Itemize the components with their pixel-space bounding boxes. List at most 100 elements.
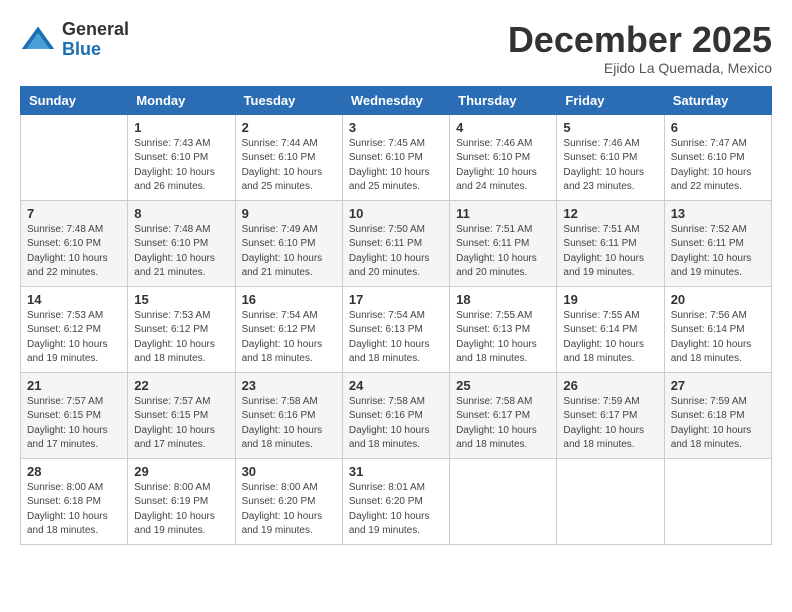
calendar-cell: 19Sunrise: 7:55 AMSunset: 6:14 PMDayligh… xyxy=(557,286,664,372)
day-number: 13 xyxy=(671,206,765,221)
day-info: Sunrise: 7:44 AMSunset: 6:10 PMDaylight:… xyxy=(242,137,336,195)
day-number: 15 xyxy=(134,292,228,307)
day-number: 27 xyxy=(671,378,765,393)
day-number: 22 xyxy=(134,378,228,393)
calendar-cell: 9 Sunrise: 7:49 AMSunset: 6:10 PMDaylight… xyxy=(235,200,342,286)
calendar-cell xyxy=(664,458,771,544)
header-cell-monday: Monday xyxy=(128,86,235,114)
day-info: Sunrise: 8:00 AMSunset: 6:19 PMDaylight:… xyxy=(134,481,228,539)
week-row-4: 28 Sunrise: 8:00 AMSunset: 6:18 PMDayligh… xyxy=(21,458,772,544)
calendar-cell: 8 Sunrise: 7:48 AMSunset: 6:10 PMDaylight… xyxy=(128,200,235,286)
day-info: Sunrise: 7:49 AMSunset: 6:10 PMDaylight:… xyxy=(242,223,336,281)
day-info: Sunrise: 7:51 AMSunset: 6:11 PMDaylight:… xyxy=(456,223,550,281)
day-number: 25 xyxy=(456,378,550,393)
day-number: 28 xyxy=(27,464,121,479)
day-number: 21 xyxy=(27,378,121,393)
day-number: 6 xyxy=(671,120,765,135)
day-info: Sunrise: 7:48 AMSunset: 6:10 PMDaylight:… xyxy=(27,223,121,281)
day-info: Sunrise: 7:43 AMSunset: 6:10 PMDaylight:… xyxy=(134,137,228,195)
day-number: 7 xyxy=(27,206,121,221)
header-cell-wednesday: Wednesday xyxy=(342,86,449,114)
day-info: Sunrise: 7:56 AMSunset: 6:14 PMDaylight:… xyxy=(671,309,765,367)
page-header: General Blue December 2025 Ejido La Quem… xyxy=(20,20,772,76)
week-row-2: 14 Sunrise: 7:53 AMSunset: 6:12 PMDayligh… xyxy=(21,286,772,372)
logo-text: General Blue xyxy=(62,20,129,60)
calendar-body: 1 Sunrise: 7:43 AMSunset: 6:10 PMDaylight… xyxy=(21,114,772,544)
day-number: 18 xyxy=(456,292,550,307)
calendar-cell xyxy=(450,458,557,544)
calendar-cell: 1 Sunrise: 7:43 AMSunset: 6:10 PMDaylight… xyxy=(128,114,235,200)
header-cell-friday: Friday xyxy=(557,86,664,114)
calendar-cell: 21 Sunrise: 7:57 AMSunset: 6:15 PMDayligh… xyxy=(21,372,128,458)
calendar-cell: 7 Sunrise: 7:48 AMSunset: 6:10 PMDaylight… xyxy=(21,200,128,286)
logo-blue: Blue xyxy=(62,39,101,59)
header-cell-sunday: Sunday xyxy=(21,86,128,114)
logo: General Blue xyxy=(20,20,129,60)
calendar-cell: 23 Sunrise: 7:58 AMSunset: 6:16 PMDayligh… xyxy=(235,372,342,458)
calendar-cell xyxy=(557,458,664,544)
day-number: 3 xyxy=(349,120,443,135)
calendar-table: SundayMondayTuesdayWednesdayThursdayFrid… xyxy=(20,86,772,545)
day-info: Sunrise: 7:58 AMSunset: 6:16 PMDaylight:… xyxy=(349,395,443,453)
month-title: December 2025 xyxy=(508,20,772,60)
calendar-cell: 15 Sunrise: 7:53 AMSunset: 6:12 PMDayligh… xyxy=(128,286,235,372)
day-info: Sunrise: 7:54 AMSunset: 6:13 PMDaylight:… xyxy=(349,309,443,367)
day-info: Sunrise: 7:50 AMSunset: 6:11 PMDaylight:… xyxy=(349,223,443,281)
calendar-cell: 12Sunrise: 7:51 AMSunset: 6:11 PMDayligh… xyxy=(557,200,664,286)
calendar-cell: 18Sunrise: 7:55 AMSunset: 6:13 PMDayligh… xyxy=(450,286,557,372)
calendar-cell: 27 Sunrise: 7:59 AMSunset: 6:18 PMDayligh… xyxy=(664,372,771,458)
header-row: SundayMondayTuesdayWednesdayThursdayFrid… xyxy=(21,86,772,114)
calendar-cell: 29 Sunrise: 8:00 AMSunset: 6:19 PMDayligh… xyxy=(128,458,235,544)
day-info: Sunrise: 7:48 AMSunset: 6:10 PMDaylight:… xyxy=(134,223,228,281)
calendar-cell: 11 Sunrise: 7:51 AMSunset: 6:11 PMDayligh… xyxy=(450,200,557,286)
calendar-header: SundayMondayTuesdayWednesdayThursdayFrid… xyxy=(21,86,772,114)
calendar-cell: 24 Sunrise: 7:58 AMSunset: 6:16 PMDayligh… xyxy=(342,372,449,458)
day-info: Sunrise: 7:59 AMSunset: 6:17 PMDaylight:… xyxy=(563,395,657,453)
day-info: Sunrise: 8:00 AMSunset: 6:20 PMDaylight:… xyxy=(242,481,336,539)
calendar-cell: 14 Sunrise: 7:53 AMSunset: 6:12 PMDayligh… xyxy=(21,286,128,372)
calendar-cell xyxy=(21,114,128,200)
day-info: Sunrise: 7:53 AMSunset: 6:12 PMDaylight:… xyxy=(134,309,228,367)
calendar-cell: 10Sunrise: 7:50 AMSunset: 6:11 PMDayligh… xyxy=(342,200,449,286)
day-number: 23 xyxy=(242,378,336,393)
day-number: 4 xyxy=(456,120,550,135)
day-number: 24 xyxy=(349,378,443,393)
day-number: 11 xyxy=(456,206,550,221)
day-number: 31 xyxy=(349,464,443,479)
title-block: December 2025 Ejido La Quemada, Mexico xyxy=(508,20,772,76)
day-info: Sunrise: 7:46 AMSunset: 6:10 PMDaylight:… xyxy=(563,137,657,195)
calendar-cell: 17 Sunrise: 7:54 AMSunset: 6:13 PMDayligh… xyxy=(342,286,449,372)
calendar-cell: 3 Sunrise: 7:45 AMSunset: 6:10 PMDaylight… xyxy=(342,114,449,200)
logo-icon xyxy=(20,22,56,58)
day-info: Sunrise: 7:53 AMSunset: 6:12 PMDaylight:… xyxy=(27,309,121,367)
day-info: Sunrise: 7:57 AMSunset: 6:15 PMDaylight:… xyxy=(134,395,228,453)
calendar-cell: 30Sunrise: 8:00 AMSunset: 6:20 PMDayligh… xyxy=(235,458,342,544)
day-info: Sunrise: 8:01 AMSunset: 6:20 PMDaylight:… xyxy=(349,481,443,539)
day-number: 14 xyxy=(27,292,121,307)
day-number: 26 xyxy=(563,378,657,393)
day-number: 19 xyxy=(563,292,657,307)
calendar-cell: 25Sunrise: 7:58 AMSunset: 6:17 PMDayligh… xyxy=(450,372,557,458)
day-info: Sunrise: 7:57 AMSunset: 6:15 PMDaylight:… xyxy=(27,395,121,453)
day-info: Sunrise: 7:45 AMSunset: 6:10 PMDaylight:… xyxy=(349,137,443,195)
location-subtitle: Ejido La Quemada, Mexico xyxy=(508,60,772,76)
day-number: 8 xyxy=(134,206,228,221)
header-cell-thursday: Thursday xyxy=(450,86,557,114)
day-info: Sunrise: 7:46 AMSunset: 6:10 PMDaylight:… xyxy=(456,137,550,195)
calendar-cell: 20Sunrise: 7:56 AMSunset: 6:14 PMDayligh… xyxy=(664,286,771,372)
calendar-cell: 4 Sunrise: 7:46 AMSunset: 6:10 PMDaylight… xyxy=(450,114,557,200)
day-number: 1 xyxy=(134,120,228,135)
day-info: Sunrise: 7:51 AMSunset: 6:11 PMDaylight:… xyxy=(563,223,657,281)
calendar-cell: 28 Sunrise: 8:00 AMSunset: 6:18 PMDayligh… xyxy=(21,458,128,544)
calendar-cell: 26 Sunrise: 7:59 AMSunset: 6:17 PMDayligh… xyxy=(557,372,664,458)
header-cell-saturday: Saturday xyxy=(664,86,771,114)
day-number: 29 xyxy=(134,464,228,479)
week-row-1: 7 Sunrise: 7:48 AMSunset: 6:10 PMDaylight… xyxy=(21,200,772,286)
day-number: 9 xyxy=(242,206,336,221)
day-number: 17 xyxy=(349,292,443,307)
week-row-3: 21 Sunrise: 7:57 AMSunset: 6:15 PMDayligh… xyxy=(21,372,772,458)
day-info: Sunrise: 7:59 AMSunset: 6:18 PMDaylight:… xyxy=(671,395,765,453)
day-info: Sunrise: 8:00 AMSunset: 6:18 PMDaylight:… xyxy=(27,481,121,539)
calendar-cell: 22 Sunrise: 7:57 AMSunset: 6:15 PMDayligh… xyxy=(128,372,235,458)
day-info: Sunrise: 7:58 AMSunset: 6:16 PMDaylight:… xyxy=(242,395,336,453)
